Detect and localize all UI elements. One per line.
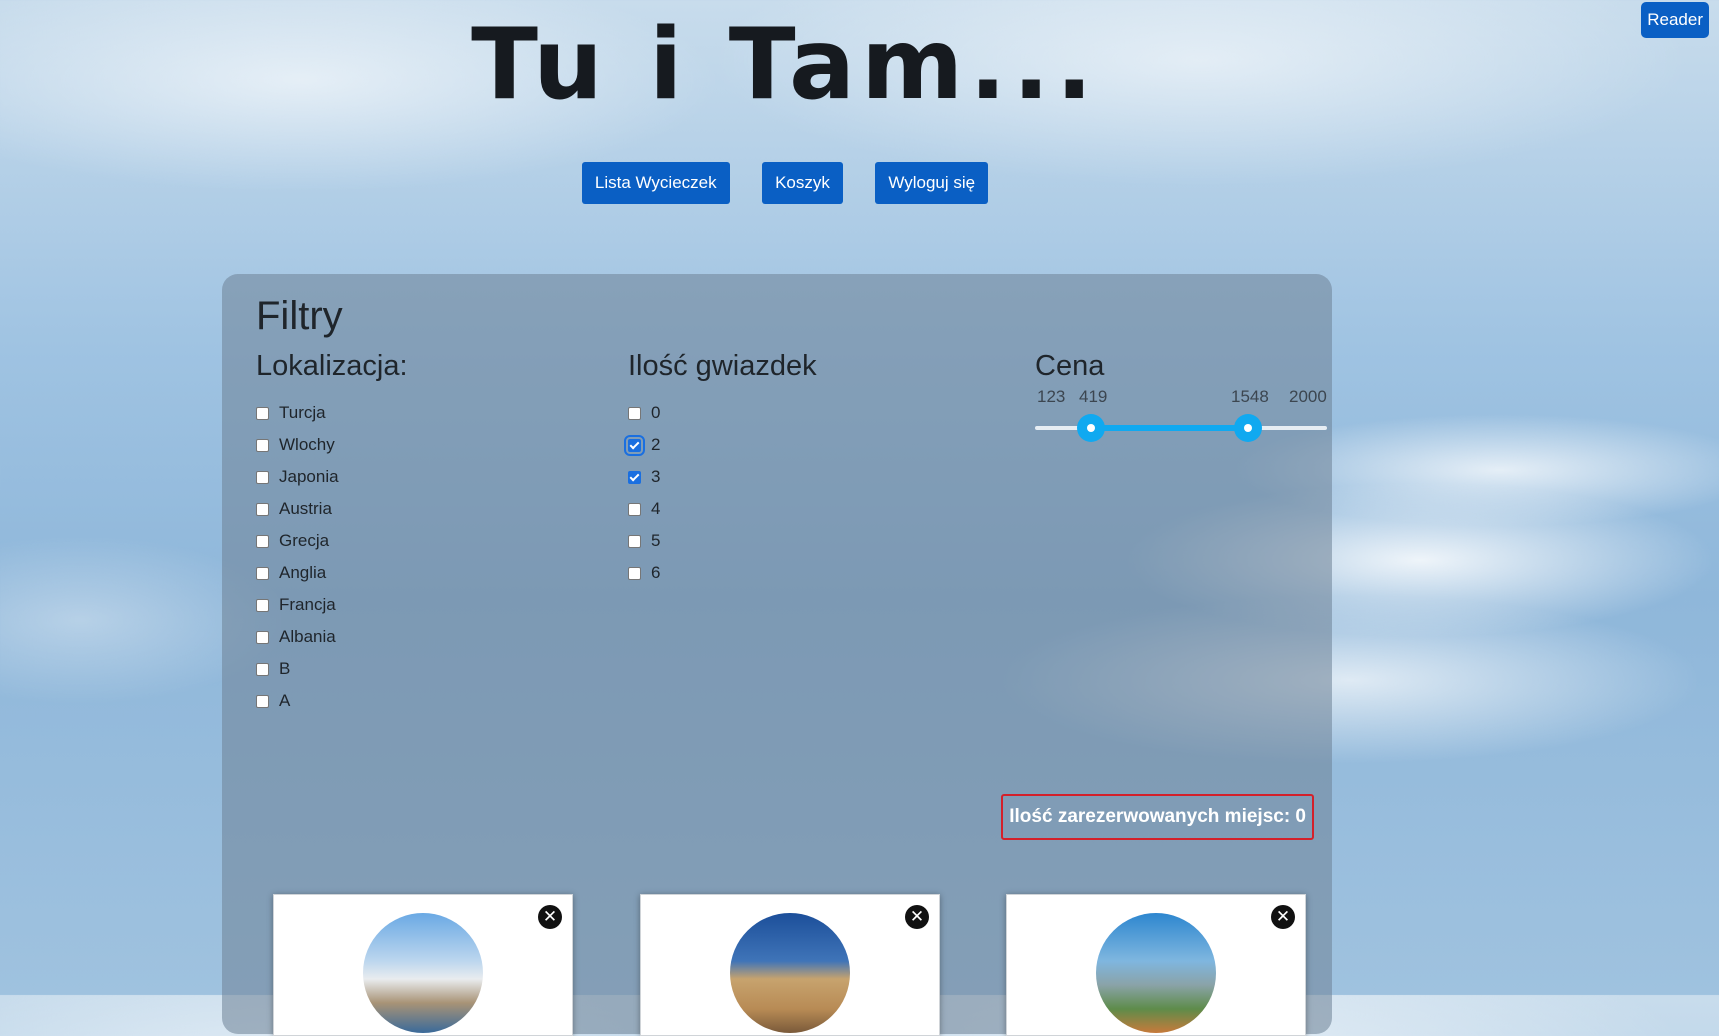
location-label: A xyxy=(279,691,291,710)
location-option[interactable]: Turcja xyxy=(256,397,408,429)
location-label: B xyxy=(279,659,291,678)
reader-button[interactable]: Reader xyxy=(1641,2,1709,38)
location-option[interactable]: Albania xyxy=(256,621,408,653)
stars-checkbox[interactable] xyxy=(628,534,641,548)
reserved-seats-counter: Ilość zarezerwowanych miejsc: 0 xyxy=(1001,794,1314,840)
stars-option[interactable]: 3 xyxy=(628,461,817,493)
stars-option[interactable]: 5 xyxy=(628,525,817,557)
price-labels: 123 419 1548 2000 xyxy=(1035,387,1327,413)
location-label: Wlochy xyxy=(279,435,335,454)
parthenon-photo xyxy=(730,913,850,1033)
location-label: Japonia xyxy=(279,467,339,486)
stars-label: 2 xyxy=(651,435,661,454)
close-icon[interactable]: ✕ xyxy=(1271,905,1295,929)
stars-label: 0 xyxy=(651,403,661,422)
location-option[interactable]: Grecja xyxy=(256,525,408,557)
trip-card[interactable]: ✕ xyxy=(1006,894,1306,1036)
location-option[interactable]: A xyxy=(256,685,408,717)
location-option[interactable]: Austria xyxy=(256,493,408,525)
hotel-resort-photo xyxy=(363,913,483,1033)
close-icon[interactable]: ✕ xyxy=(905,905,929,929)
location-option[interactable]: Anglia xyxy=(256,557,408,589)
close-icon[interactable]: ✕ xyxy=(538,905,562,929)
location-checkbox[interactable] xyxy=(256,470,269,484)
stars-checkbox[interactable] xyxy=(628,470,641,484)
location-checkbox[interactable] xyxy=(256,566,269,580)
stars-label: 4 xyxy=(651,499,661,518)
stars-heading: Ilość gwiazdek xyxy=(628,350,817,382)
stars-checkbox[interactable] xyxy=(628,566,641,580)
stars-checkbox[interactable] xyxy=(628,406,641,420)
location-checkbox[interactable] xyxy=(256,534,269,548)
nav-trips-button[interactable]: Lista Wycieczek xyxy=(581,162,730,204)
price-high-label: 1548 xyxy=(1231,387,1269,406)
location-label: Albania xyxy=(279,627,336,646)
stars-option[interactable]: 0 xyxy=(628,397,817,429)
location-checkbox[interactable] xyxy=(256,438,269,452)
location-label: Grecja xyxy=(279,531,330,550)
price-low-label: 419 xyxy=(1079,387,1108,406)
slider-range xyxy=(1091,425,1248,431)
slider-high-handle[interactable] xyxy=(1234,414,1262,442)
location-heading: Lokalizacja: xyxy=(256,350,408,382)
location-option[interactable]: B xyxy=(256,653,408,685)
stars-label: 5 xyxy=(651,531,661,550)
waterpark-photo xyxy=(1096,913,1216,1033)
stars-option[interactable]: 4 xyxy=(628,493,817,525)
stars-checkbox[interactable] xyxy=(624,434,645,456)
stars-label: 6 xyxy=(651,563,661,582)
location-checkbox[interactable] xyxy=(256,662,269,676)
location-label: Turcja xyxy=(279,403,326,422)
location-filter: Lokalizacja: Turcja Wlochy Japonia Austr… xyxy=(256,350,408,717)
trip-card[interactable]: ✕ xyxy=(273,894,573,1036)
location-checkbox[interactable] xyxy=(256,630,269,644)
stars-filter: Ilość gwiazdek 0 2 3 4 5 6 xyxy=(624,350,817,589)
location-option[interactable]: Japonia xyxy=(256,461,408,493)
stars-label: 3 xyxy=(651,467,661,486)
nav-cart-button[interactable]: Koszyk xyxy=(762,162,843,204)
location-label: Francja xyxy=(279,595,336,614)
location-option[interactable]: Wlochy xyxy=(256,429,408,461)
location-checkbox[interactable] xyxy=(256,694,269,708)
price-range-slider[interactable] xyxy=(1035,413,1327,443)
location-option[interactable]: Francja xyxy=(256,589,408,621)
trip-card[interactable]: ✕ xyxy=(640,894,940,1036)
location-checkbox[interactable] xyxy=(256,502,269,516)
main-nav: Lista Wycieczek Koszyk Wyloguj się xyxy=(0,162,1570,204)
stars-checkbox[interactable] xyxy=(628,502,641,516)
nav-logout-button[interactable]: Wyloguj się xyxy=(875,162,989,204)
location-label: Austria xyxy=(279,499,332,518)
price-max-label: 2000 xyxy=(1289,387,1327,406)
price-heading: Cena xyxy=(1035,350,1105,382)
price-filter: Cena 123 419 1548 2000 xyxy=(1035,350,1327,443)
filters-title: Filtry xyxy=(256,294,343,338)
slider-low-handle[interactable] xyxy=(1077,414,1105,442)
location-checkbox[interactable] xyxy=(256,598,269,612)
site-title: Tu i Tam... xyxy=(471,8,1099,122)
stars-option[interactable]: 2 xyxy=(624,429,817,461)
price-min-label: 123 xyxy=(1037,387,1066,406)
location-checkbox[interactable] xyxy=(256,406,269,420)
stars-option[interactable]: 6 xyxy=(628,557,817,589)
location-label: Anglia xyxy=(279,563,327,582)
